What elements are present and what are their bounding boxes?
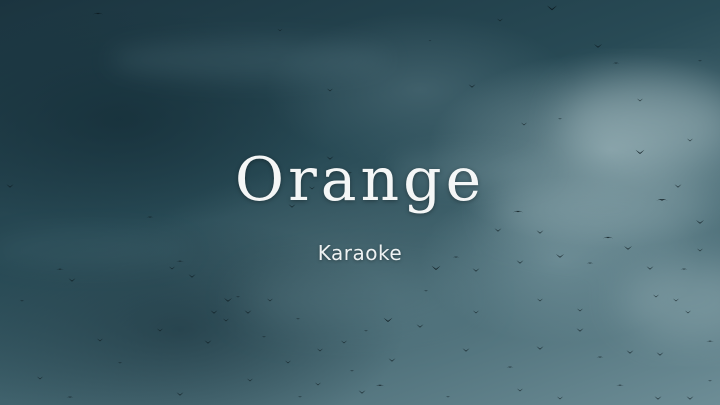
bird-silhouette	[537, 298, 543, 302]
bird-silhouette	[445, 396, 451, 398]
bird-silhouette	[673, 298, 679, 302]
bird-silhouette	[494, 228, 502, 232]
bird-silhouette	[358, 390, 366, 394]
bird-silhouette	[707, 380, 713, 382]
bird-silhouette	[93, 12, 103, 15]
bird-silhouette	[706, 340, 714, 342]
bird-silhouette	[594, 44, 602, 48]
bird-silhouette	[427, 40, 433, 42]
bird-silhouette	[315, 382, 321, 386]
bird-silhouette	[685, 310, 691, 314]
bird-silhouette	[637, 98, 643, 102]
bird-silhouette	[235, 296, 241, 298]
bird-silhouette	[547, 5, 557, 11]
bird-silhouette	[423, 290, 429, 292]
bird-silhouette	[117, 362, 123, 364]
bird-silhouette	[56, 268, 64, 270]
bird-silhouette	[97, 338, 103, 342]
karaoke-label: Karaoke	[317, 241, 403, 265]
bird-silhouette	[19, 300, 25, 302]
bird-silhouette	[223, 318, 229, 322]
bird-silhouette	[612, 62, 620, 64]
bird-silhouette	[277, 28, 283, 32]
bird-silhouette	[616, 384, 624, 386]
bird-silhouette	[416, 324, 424, 328]
bird-silhouette	[596, 356, 604, 358]
bird-silhouette	[557, 396, 563, 400]
bird-silhouette	[646, 266, 654, 270]
bird-silhouette	[224, 298, 232, 302]
bird-silhouette	[363, 330, 369, 332]
bird-silhouette	[210, 310, 218, 314]
bird-silhouette	[37, 376, 43, 380]
bird-silhouette	[176, 392, 184, 396]
bird-silhouette	[506, 366, 514, 368]
bird-silhouette	[297, 396, 303, 398]
bird-silhouette	[557, 118, 563, 120]
bird-silhouette	[521, 122, 527, 126]
bird-silhouette	[680, 268, 688, 270]
bird-silhouette	[656, 352, 664, 356]
bird-silhouette	[188, 274, 196, 278]
bird-silhouette	[247, 378, 253, 382]
bird-silhouette	[653, 294, 659, 298]
bird-silhouette	[169, 266, 175, 270]
bird-silhouette	[157, 328, 163, 332]
bird-silhouette	[687, 138, 693, 142]
bird-silhouette	[68, 278, 76, 282]
bird-silhouette	[517, 388, 523, 392]
bird-silhouette	[295, 318, 301, 320]
bird-silhouette	[577, 308, 583, 312]
bird-silhouette	[383, 317, 393, 323]
bird-silhouette	[654, 396, 662, 400]
bird-silhouette	[146, 216, 154, 218]
bird-silhouette	[388, 358, 396, 362]
bird-silhouette	[267, 298, 273, 302]
bird-silhouette	[536, 346, 544, 350]
bird-silhouette	[576, 328, 584, 332]
bird-silhouette	[473, 310, 479, 314]
bird-silhouette	[462, 348, 470, 352]
song-title: Orange	[234, 145, 486, 215]
bird-silhouette	[468, 84, 476, 88]
bird-silhouette	[513, 210, 523, 213]
video-frame: Orange Karaoke	[0, 0, 720, 405]
bird-silhouette	[244, 310, 252, 314]
bird-silhouette	[536, 230, 544, 234]
bird-silhouette	[66, 396, 74, 398]
bird-silhouette	[696, 220, 704, 224]
bird-silhouette	[686, 396, 694, 400]
bird-silhouette	[697, 60, 703, 62]
bird-silhouette	[626, 350, 634, 354]
bird-silhouette	[375, 384, 385, 387]
bird-silhouette	[327, 88, 333, 92]
bird-silhouette	[317, 348, 323, 352]
bird-silhouette	[261, 336, 267, 338]
bird-silhouette	[285, 360, 291, 364]
bird-silhouette	[349, 370, 355, 372]
bird-silhouette	[497, 18, 503, 22]
bird-silhouette	[603, 236, 613, 239]
bird-silhouette	[341, 340, 347, 344]
bird-silhouette	[431, 265, 441, 271]
bird-silhouette	[472, 268, 480, 272]
bird-silhouette	[204, 340, 212, 344]
